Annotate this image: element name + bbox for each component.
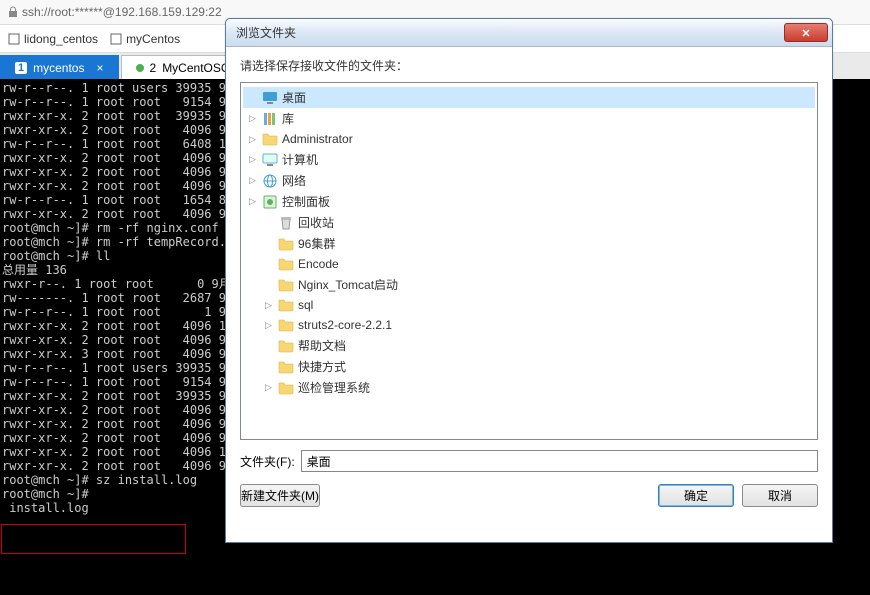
- cpl-icon: [262, 194, 278, 210]
- tree-item-label: 库: [282, 110, 294, 127]
- tree-item-label: 巡检管理系统: [298, 379, 370, 396]
- bookmark-item[interactable]: myCentos: [110, 32, 180, 46]
- folder-icon: [278, 297, 294, 313]
- expander-icon[interactable]: ▷: [247, 113, 258, 124]
- tree-item-label: Administrator: [282, 132, 353, 146]
- tree-item[interactable]: 快捷方式: [243, 356, 815, 377]
- tree-item[interactable]: 96集群: [243, 233, 815, 254]
- tree-item-label: 回收站: [298, 214, 334, 231]
- tab-mycentos[interactable]: 1 mycentos ×: [0, 55, 119, 79]
- folder-icon: [278, 317, 294, 333]
- dialog-prompt: 请选择保存接收文件的文件夹：: [240, 57, 818, 74]
- expander-icon[interactable]: ▷: [263, 320, 274, 331]
- bookmark-icon: [8, 33, 20, 45]
- dialog-title: 浏览文件夹: [236, 24, 296, 41]
- expander-icon[interactable]: ▷: [263, 300, 274, 311]
- tree-item-label: 帮助文档: [298, 337, 346, 354]
- expander-icon[interactable]: [247, 92, 258, 103]
- computer-icon: [262, 152, 278, 168]
- network-icon: [262, 173, 278, 189]
- expander-icon[interactable]: ▷: [263, 382, 274, 393]
- tree-item-label: 控制面板: [282, 193, 330, 210]
- tree-item[interactable]: ▷ 控制面板: [243, 191, 815, 212]
- tree-item[interactable]: ▷ 计算机: [243, 149, 815, 170]
- expander-icon[interactable]: ▷: [247, 154, 258, 165]
- folder-icon: [278, 277, 294, 293]
- tree-item-label: struts2-core-2.2.1: [298, 318, 392, 332]
- expander-icon[interactable]: [263, 259, 274, 270]
- new-folder-button[interactable]: 新建文件夹(M): [240, 484, 320, 507]
- expander-icon[interactable]: ▷: [247, 134, 258, 145]
- expander-icon[interactable]: [263, 340, 274, 351]
- desktop-icon: [262, 90, 278, 106]
- tree-item-label: 快捷方式: [298, 358, 346, 375]
- tree-item[interactable]: 桌面: [243, 87, 815, 108]
- tree-item-label: Nginx_Tomcat启动: [298, 276, 398, 293]
- tree-item[interactable]: Nginx_Tomcat启动: [243, 274, 815, 295]
- folder-icon: [278, 236, 294, 252]
- expander-icon[interactable]: [263, 361, 274, 372]
- folder-icon: [278, 380, 294, 396]
- expander-icon[interactable]: [263, 217, 274, 228]
- status-dot-icon: [136, 64, 144, 72]
- tree-item[interactable]: ▷ struts2-core-2.2.1: [243, 315, 815, 335]
- browse-folder-dialog: 浏览文件夹 请选择保存接收文件的文件夹： 桌面▷库▷Administrator▷…: [225, 18, 833, 543]
- dialog-titlebar[interactable]: 浏览文件夹: [226, 19, 832, 47]
- cancel-button[interactable]: 取消: [742, 484, 818, 507]
- tree-item[interactable]: Encode: [243, 254, 815, 274]
- tree-item-label: Encode: [298, 257, 339, 271]
- address-text: ssh://root:******@192.168.159.129:22: [22, 5, 222, 19]
- expander-icon[interactable]: ▷: [247, 196, 258, 207]
- folder-input[interactable]: [301, 450, 818, 472]
- tree-item[interactable]: ▷ 网络: [243, 170, 815, 191]
- tree-item[interactable]: ▷库: [243, 108, 815, 129]
- close-icon[interactable]: ×: [96, 61, 103, 75]
- folder-icon: [278, 338, 294, 354]
- highlight-box: [1, 524, 186, 554]
- close-button[interactable]: [784, 23, 828, 42]
- tree-item[interactable]: ▷ 巡检管理系统: [243, 377, 815, 398]
- expander-icon[interactable]: ▷: [247, 175, 258, 186]
- tree-item[interactable]: ▷ sql: [243, 295, 815, 315]
- folder-label: 文件夹(F):: [240, 453, 295, 470]
- tree-item-label: 96集群: [298, 235, 335, 252]
- tree-item-label: 计算机: [282, 151, 318, 168]
- tree-item-label: 网络: [282, 172, 306, 189]
- bookmark-item[interactable]: lidong_centos: [8, 32, 98, 46]
- folder-tree[interactable]: 桌面▷库▷Administrator▷计算机▷网络▷控制面板回收站96集群Enc…: [240, 82, 818, 440]
- tree-item-label: 桌面: [282, 89, 306, 106]
- folder-icon: [278, 256, 294, 272]
- bookmark-icon: [110, 33, 122, 45]
- close-icon: [801, 28, 811, 38]
- bin-icon: [278, 215, 294, 231]
- folder-icon: [262, 131, 278, 147]
- tree-item[interactable]: 回收站: [243, 212, 815, 233]
- tree-item[interactable]: 帮助文档: [243, 335, 815, 356]
- expander-icon[interactable]: [263, 279, 274, 290]
- ok-button[interactable]: 确定: [658, 484, 734, 507]
- tree-item-label: sql: [298, 298, 313, 312]
- lock-icon: [8, 6, 18, 18]
- tree-item[interactable]: ▷ Administrator: [243, 129, 815, 149]
- expander-icon[interactable]: [263, 238, 274, 249]
- library-icon: [262, 111, 278, 127]
- folder-icon: [278, 359, 294, 375]
